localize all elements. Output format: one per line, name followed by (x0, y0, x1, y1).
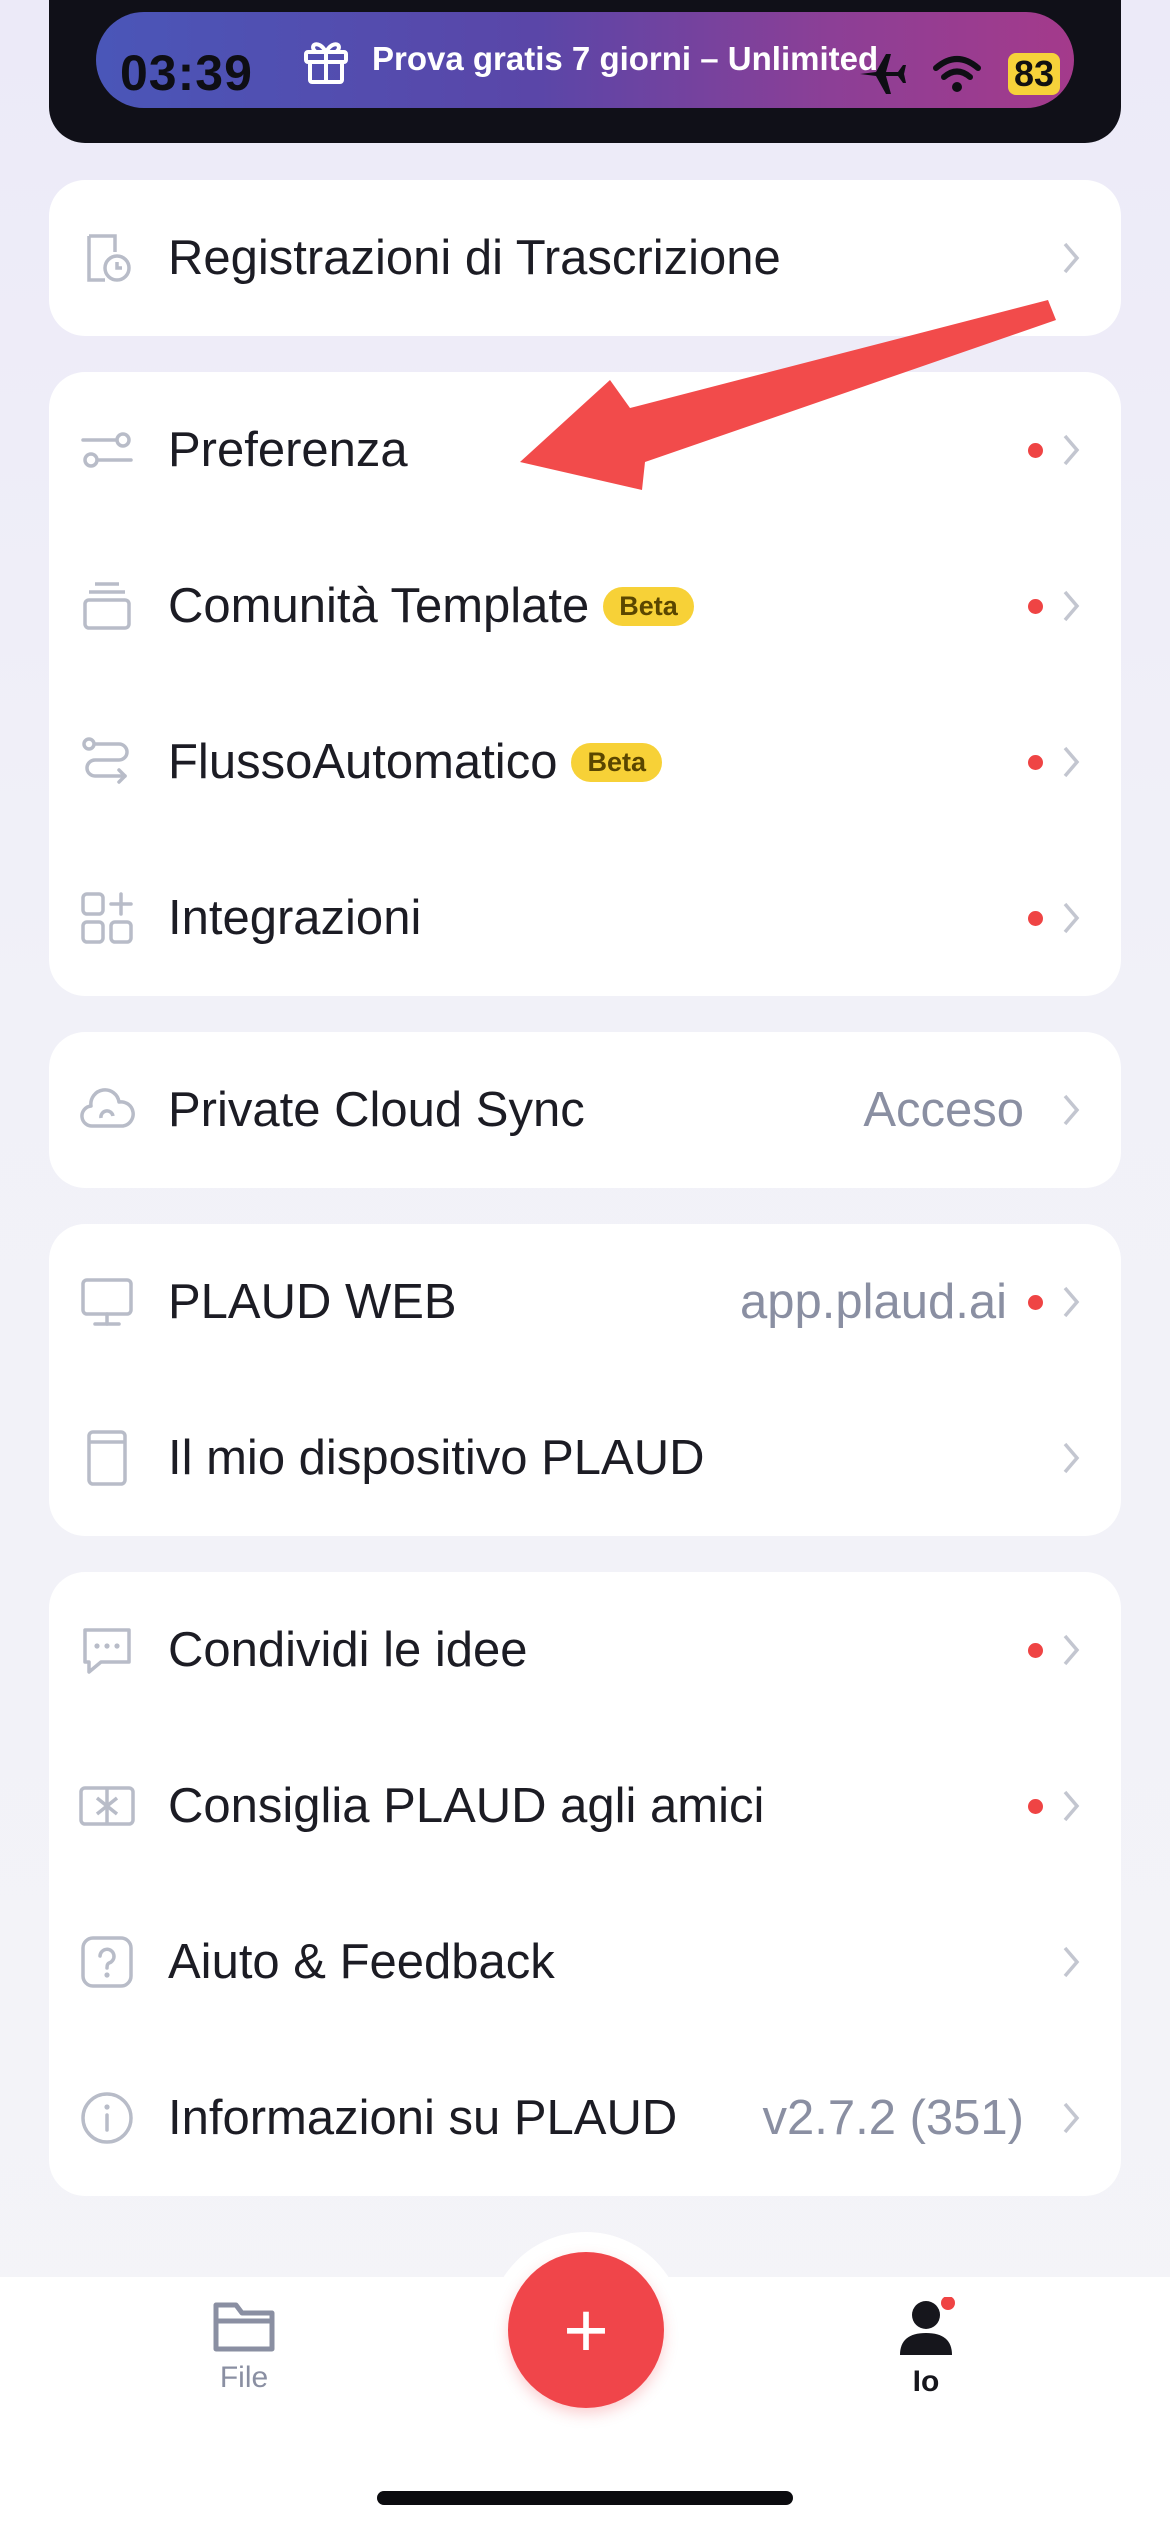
battery-level: 83 (1008, 53, 1061, 95)
gift-icon (304, 42, 348, 84)
row-my-device[interactable]: Il mio dispositivo PLAUD (49, 1380, 1121, 1536)
beta-badge: Beta (571, 742, 662, 782)
row-label: Integrazioni (168, 891, 422, 945)
chat-bubble-icon (83, 1628, 131, 1674)
row-label: PLAUD WEB (168, 1275, 457, 1329)
row-about-plaud[interactable]: Informazioni su PLAUD v2.7.2 (351) (49, 2040, 1121, 2196)
row-template-community[interactable]: Comunità Template Beta (49, 528, 1121, 684)
workflow-icon (82, 737, 129, 784)
chevron-right-icon (1063, 1946, 1080, 1978)
chevron-right-icon (1063, 902, 1080, 934)
row-label: Informazioni su PLAUD (168, 2091, 678, 2145)
gift-card-icon (79, 1786, 135, 1826)
question-icon (81, 1936, 133, 1988)
row-private-cloud-sync[interactable]: Private Cloud Sync Acceso (49, 1032, 1121, 1188)
tab-file[interactable]: File (164, 2297, 324, 2395)
chevron-right-icon (1063, 434, 1080, 466)
row-label: Registrazioni di Trascrizione (168, 231, 781, 285)
monitor-icon (81, 1278, 133, 1326)
tab-me[interactable]: Io (846, 2297, 1006, 2399)
row-label: Preferenza (168, 423, 408, 477)
row-label: Comunità Template Beta (168, 578, 694, 634)
user-icon (900, 2297, 955, 2355)
row-value: v2.7.2 (351) (762, 2091, 1025, 2145)
promo-text[interactable]: Prova gratis 7 giorni – Unlimited (372, 40, 878, 78)
folder-icon (213, 2302, 275, 2352)
wifi-icon (933, 56, 981, 92)
airplane-icon (860, 54, 906, 94)
cloud-sync-icon (80, 1088, 135, 1128)
row-label: Condividi le idee (168, 1623, 528, 1677)
card-cloud: Private Cloud Sync Acceso (49, 1032, 1121, 1188)
row-value[interactable]: app.plaud.ai (740, 1274, 1007, 1330)
row-label: Il mio dispositivo PLAUD (168, 1431, 705, 1485)
card-support: Condividi le idee Consiglia PLAUD agli a… (49, 1572, 1121, 2196)
notification-dot (1028, 910, 1043, 926)
device-icon (87, 1430, 127, 1486)
tab-label: Io (912, 2365, 940, 2398)
chevron-right-icon (1063, 1286, 1080, 1318)
row-label: Aiuto & Feedback (168, 1935, 555, 1989)
tab-label: File (219, 2361, 269, 2394)
chevron-right-icon (1063, 746, 1080, 778)
sliders-icon (81, 432, 133, 468)
chevron-right-icon (1063, 2102, 1080, 2134)
row-plaud-web[interactable]: PLAUD WEB app.plaud.ai (49, 1224, 1121, 1380)
apps-add-icon (81, 892, 133, 944)
beta-badge: Beta (603, 586, 694, 626)
chevron-right-icon (1063, 590, 1080, 622)
add-button[interactable]: + (508, 2252, 664, 2408)
chevron-right-icon (1063, 1442, 1080, 1474)
notification-dot (1028, 598, 1043, 614)
notification-dot (1028, 1642, 1043, 1658)
row-share-ideas[interactable]: Condividi le idee (49, 1572, 1121, 1728)
info-icon (81, 2092, 133, 2144)
chevron-right-icon (1063, 1634, 1080, 1666)
status-icons: 83 (858, 52, 1061, 96)
status-time: 03:39 (120, 45, 253, 101)
row-label: Consiglia PLAUD agli amici (168, 1779, 765, 1833)
clock-document-icon (87, 234, 131, 282)
row-help-feedback[interactable]: Aiuto & Feedback (49, 1884, 1121, 2040)
row-recommend-friends[interactable]: Consiglia PLAUD agli amici (49, 1728, 1121, 1884)
home-indicator[interactable] (377, 2491, 793, 2505)
chevron-right-icon (1063, 1094, 1080, 1126)
notification-dot (1028, 1294, 1043, 1310)
notification-dot (1028, 1798, 1043, 1814)
row-automatic-flow[interactable]: FlussoAutomatico Beta (49, 684, 1121, 840)
row-label: FlussoAutomatico Beta (168, 734, 662, 790)
row-label: Private Cloud Sync (168, 1083, 585, 1137)
card-plaud: PLAUD WEB app.plaud.ai Il mio dispositiv… (49, 1224, 1121, 1536)
notification-dot (1028, 754, 1043, 770)
annotation-arrow (520, 300, 1056, 490)
stack-icon (83, 582, 131, 630)
chevron-right-icon (1063, 1790, 1080, 1822)
row-value: Acceso (863, 1083, 1024, 1137)
row-label-text: Comunità Template (168, 579, 590, 633)
row-integrations[interactable]: Integrazioni (49, 840, 1121, 996)
chevron-right-icon (1063, 242, 1080, 274)
row-label-text: FlussoAutomatico (168, 735, 558, 789)
